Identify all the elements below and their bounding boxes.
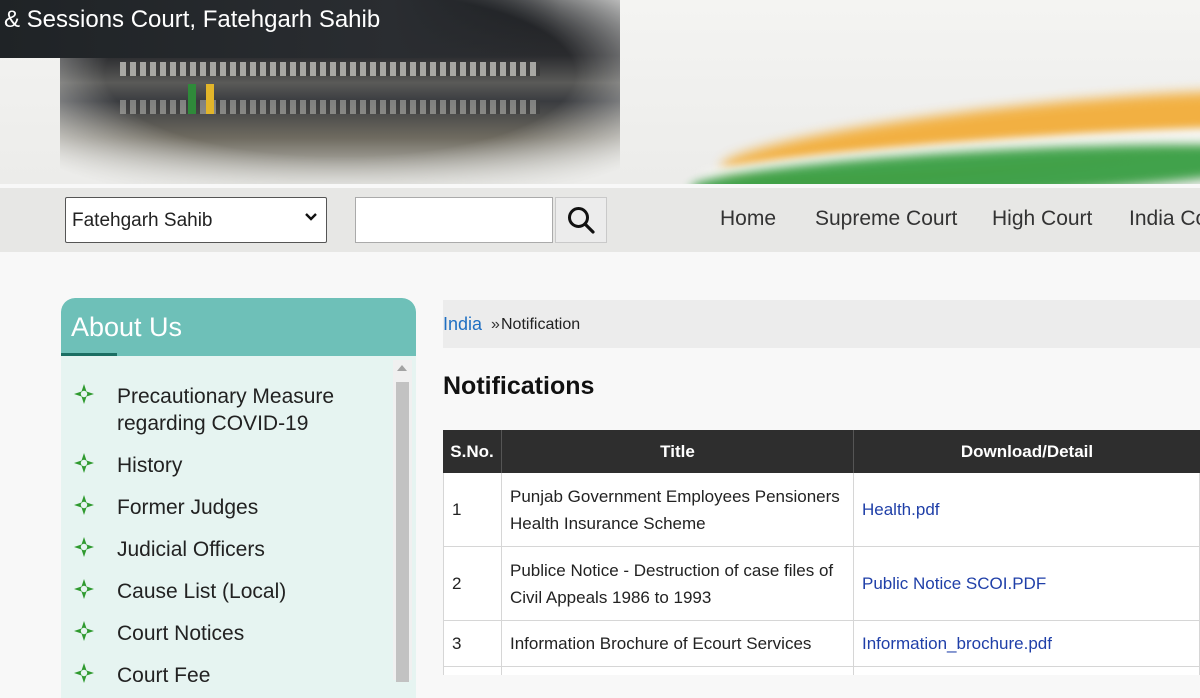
- sidebar-title: About Us: [71, 312, 183, 342]
- breadcrumb-current: Notification: [501, 316, 581, 333]
- sidebar-item-court-notices[interactable]: Court Notices: [73, 620, 347, 647]
- header-banner: & Sessions Court, Fatehgarh Sahib: [0, 0, 1200, 184]
- green-diamond-cross-icon: [74, 621, 94, 641]
- breadcrumb-root-link[interactable]: India: [443, 314, 482, 335]
- nav-link-home[interactable]: Home: [720, 207, 776, 231]
- site-title: & Sessions Court, Fatehgarh Sahib: [4, 6, 381, 33]
- green-diamond-cross-icon: [74, 495, 94, 515]
- sidebar-item-label: Cause List (Local): [117, 580, 287, 603]
- building-reflection: [120, 100, 540, 114]
- sidebar-scroll-thumb[interactable]: [396, 382, 409, 682]
- download-link[interactable]: Health.pdf: [854, 473, 1200, 547]
- sidebar-item-label: Former Judges: [117, 496, 259, 519]
- sidebar-item-history[interactable]: History: [73, 452, 347, 479]
- page-title: Notifications: [443, 372, 595, 400]
- table-row: [502, 667, 854, 675]
- green-diamond-cross-icon: [74, 663, 94, 683]
- table-cell-title: Publice Notice - Destruction of case fil…: [502, 547, 854, 621]
- column-header-sno: S.No.: [443, 430, 502, 473]
- sidebar-item-judicial-officers[interactable]: Judicial Officers: [73, 536, 347, 563]
- table-row: [854, 667, 1200, 675]
- sidebar-header: About Us: [61, 298, 416, 356]
- green-diamond-cross-icon: [74, 453, 94, 473]
- district-select-value: Fatehgarh Sahib: [72, 210, 213, 231]
- breadcrumb-separator: »: [491, 316, 500, 333]
- table-cell-title: Information Brochure of Ecourt Services: [502, 621, 854, 667]
- scroll-up-arrow-icon[interactable]: [397, 365, 407, 371]
- nav-link-supreme-court[interactable]: Supreme Court: [815, 207, 957, 231]
- table-cell-sno: 2: [443, 547, 502, 621]
- sidebar-title-underline: [61, 353, 117, 356]
- table-row: [443, 667, 502, 675]
- table-cell-sno: 1: [443, 473, 502, 547]
- table-cell-sno: 3: [443, 621, 502, 667]
- sidebar-item-court-fee[interactable]: Court Fee: [73, 662, 347, 689]
- site-title-bar: & Sessions Court, Fatehgarh Sahib: [0, 0, 560, 58]
- building-detail: [188, 84, 196, 114]
- nav-link-high-court[interactable]: High Court: [992, 207, 1092, 231]
- building-detail: [120, 62, 540, 76]
- green-diamond-cross-icon: [74, 579, 94, 599]
- sidebar-item-label: Judicial Officers: [117, 538, 265, 561]
- sidebar-item-label: Precautionary Measure regarding COVID-19: [117, 385, 335, 435]
- district-select[interactable]: Fatehgarh Sahib: [65, 197, 327, 243]
- chevron-down-icon: [305, 213, 317, 221]
- search-icon: [568, 207, 595, 234]
- search-input[interactable]: [355, 197, 553, 243]
- nav-link-india-code[interactable]: India Co: [1129, 207, 1200, 231]
- building-detail: [206, 84, 214, 114]
- search-button[interactable]: [555, 197, 607, 243]
- sidebar-item-former-judges[interactable]: Former Judges: [73, 494, 347, 521]
- column-header-download: Download/Detail: [854, 430, 1200, 473]
- sidebar-item-cause-list[interactable]: Cause List (Local): [73, 578, 347, 605]
- sidebar-item-label: History: [117, 454, 183, 477]
- green-diamond-cross-icon: [74, 537, 94, 557]
- sidebar-item-label: Court Fee: [117, 664, 211, 687]
- download-link[interactable]: Public Notice SCOI.PDF: [854, 547, 1200, 621]
- green-diamond-cross-icon: [74, 384, 94, 404]
- sidebar-item-label: Court Notices: [117, 622, 245, 645]
- table-cell-title: Punjab Government Employees Pensioners H…: [502, 473, 854, 547]
- download-link[interactable]: Information_brochure.pdf: [854, 621, 1200, 667]
- sidebar-item-covid[interactable]: Precautionary Measure regarding COVID-19: [73, 383, 347, 437]
- column-header-title: Title: [502, 430, 854, 473]
